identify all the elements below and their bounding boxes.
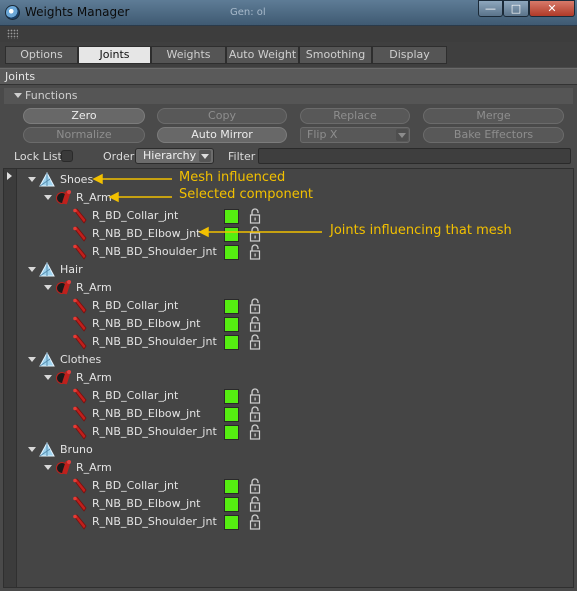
annotation-arrows: [92, 173, 322, 238]
arrow-component-head: [108, 191, 119, 203]
arrow-mesh-head: [92, 173, 103, 185]
arrow-joints-head: [198, 226, 209, 238]
